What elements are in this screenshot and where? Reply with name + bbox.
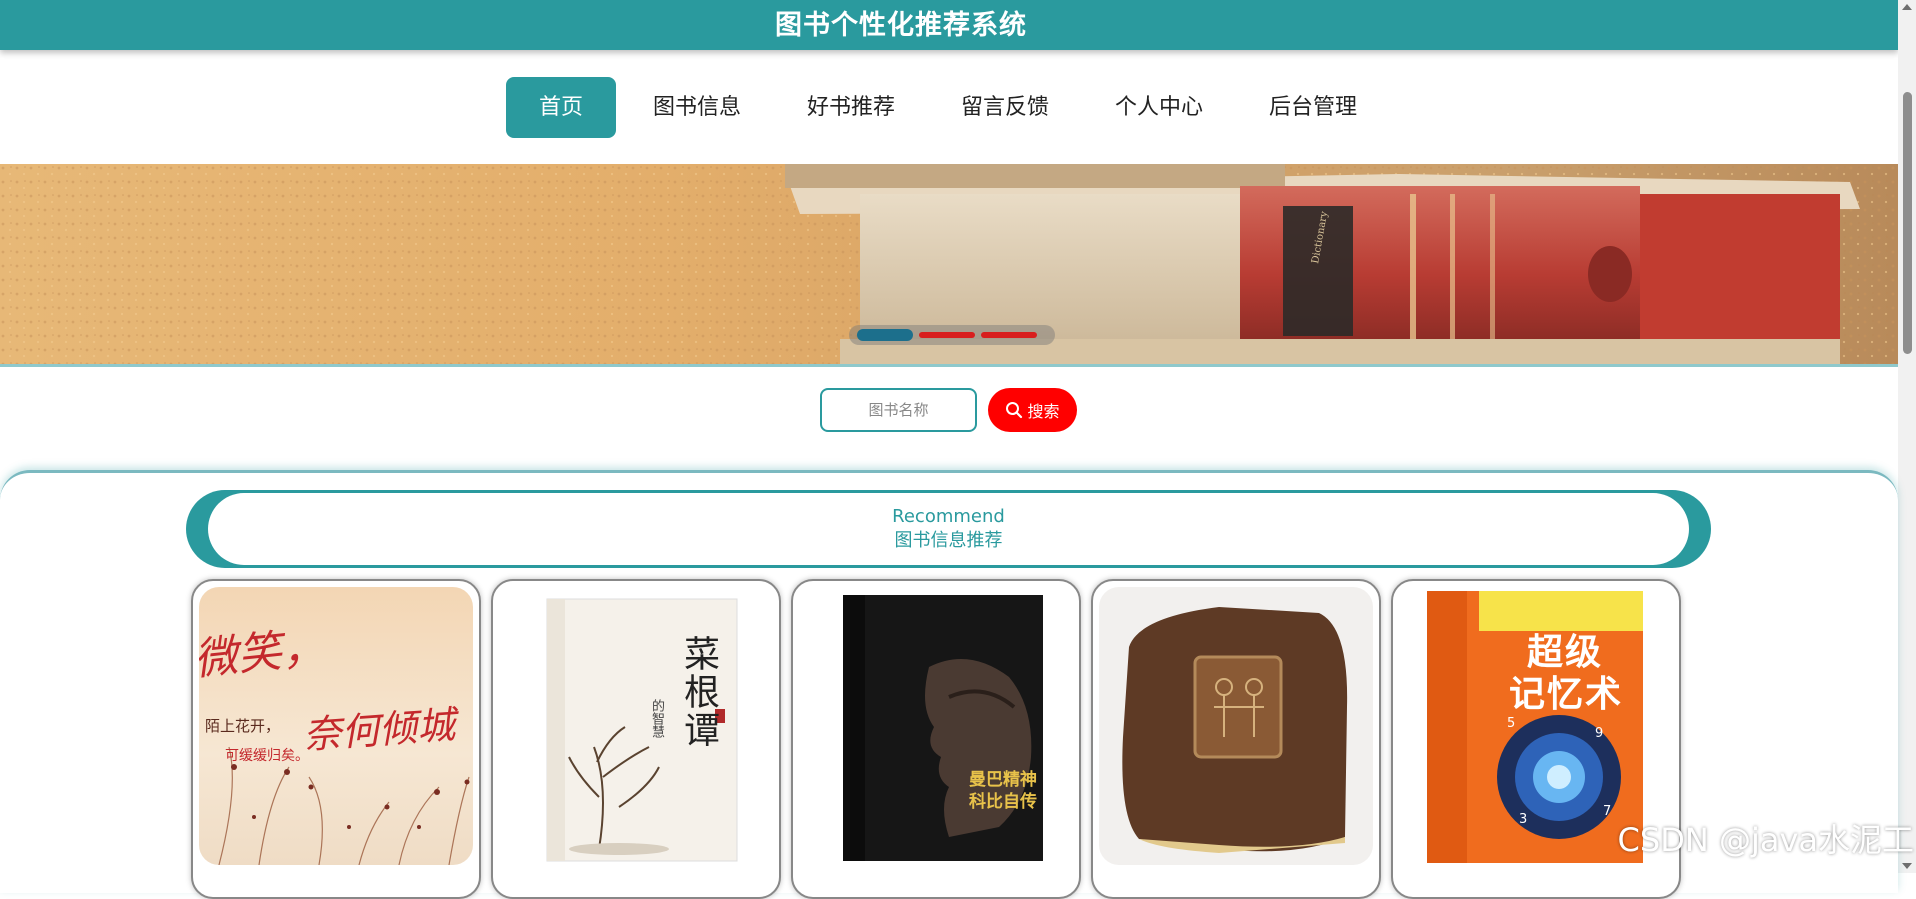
carousel-indicator-1[interactable] [857,329,913,341]
cover-subtitle: 科比自传 [969,792,1037,812]
search-bar: 搜索 [820,388,1077,432]
cover-title-2: 奈何倾城 [301,702,457,758]
book-cover-image[interactable]: 菜根谭 的智慧 [499,587,773,865]
book-cover-image[interactable]: 曼巴精神 科比自传 [799,587,1073,865]
site-title: 图书个性化推荐系统 [775,9,1027,41]
cover-subtitle-2: 可缓缓归矣。 [225,748,309,764]
nav-item-admin[interactable]: 后台管理 [1236,77,1390,138]
nav-item-home[interactable]: 首页 [505,77,616,138]
search-button[interactable]: 搜索 [988,388,1077,432]
cover-subtitle: 的智慧 [649,699,664,738]
search-button-label: 搜索 [1027,402,1060,421]
scrollbar-thumb[interactable] [1903,92,1912,354]
nav-item-recommend[interactable]: 好书推荐 [774,77,928,138]
book-card[interactable]: 微笑， 陌上花开， 奈何倾城 可缓缓归矣。 [191,579,481,899]
scroll-down-arrow-icon[interactable] [1902,863,1912,869]
search-icon [1006,402,1023,419]
svg-text:9: 9 [1595,726,1603,741]
book-card-list: 微笑， 陌上花开， 奈何倾城 可缓缓归矣。 菜根谭 的智慧 曼巴精神 科比自传 … [191,579,1681,899]
carousel-indicator-2[interactable] [919,332,975,338]
book-card[interactable]: 曼巴精神 科比自传 [791,579,1081,899]
vertical-scrollbar[interactable] [1898,0,1916,873]
nav-item-feedback[interactable]: 留言反馈 [928,77,1082,138]
book-cover-image[interactable]: 微笑， 陌上花开， 奈何倾城 可缓缓归矣。 [199,587,473,865]
svg-text:5: 5 [1507,716,1515,731]
svg-text:7: 7 [1603,804,1611,819]
scroll-up-arrow-icon[interactable] [1902,4,1912,10]
book-card[interactable]: 菜根谭 的智慧 [491,579,781,899]
cover-subtitle: 陌上花开， [205,717,281,735]
search-input[interactable] [820,388,977,432]
watermark-text: CSDN @java水泥工 [1617,821,1914,859]
book-cover-image[interactable] [1099,587,1373,865]
recommend-title-cn: 图书信息推荐 [894,530,1003,551]
main-nav: 首页 图书信息 好书推荐 留言反馈 个人中心 后台管理 [0,77,1898,138]
carousel-indicators [849,325,1055,345]
svg-text:3: 3 [1519,812,1527,827]
nav-item-profile[interactable]: 个人中心 [1082,77,1236,138]
cover-title: 菜根谭 [678,635,719,749]
cover-subtitle: 记忆术 [1509,674,1624,715]
nav-item-book-info[interactable]: 图书信息 [620,77,774,138]
recommend-title-bar: Recommend 图书信息推荐 [186,490,1711,568]
book-card[interactable] [1091,579,1381,899]
recommend-title-en: Recommend [892,506,1005,527]
carousel-banner[interactable]: Dictionary [0,164,1898,367]
carousel-indicator-3[interactable] [981,332,1037,338]
top-header-bar: 图书个性化推荐系统 [0,0,1898,50]
